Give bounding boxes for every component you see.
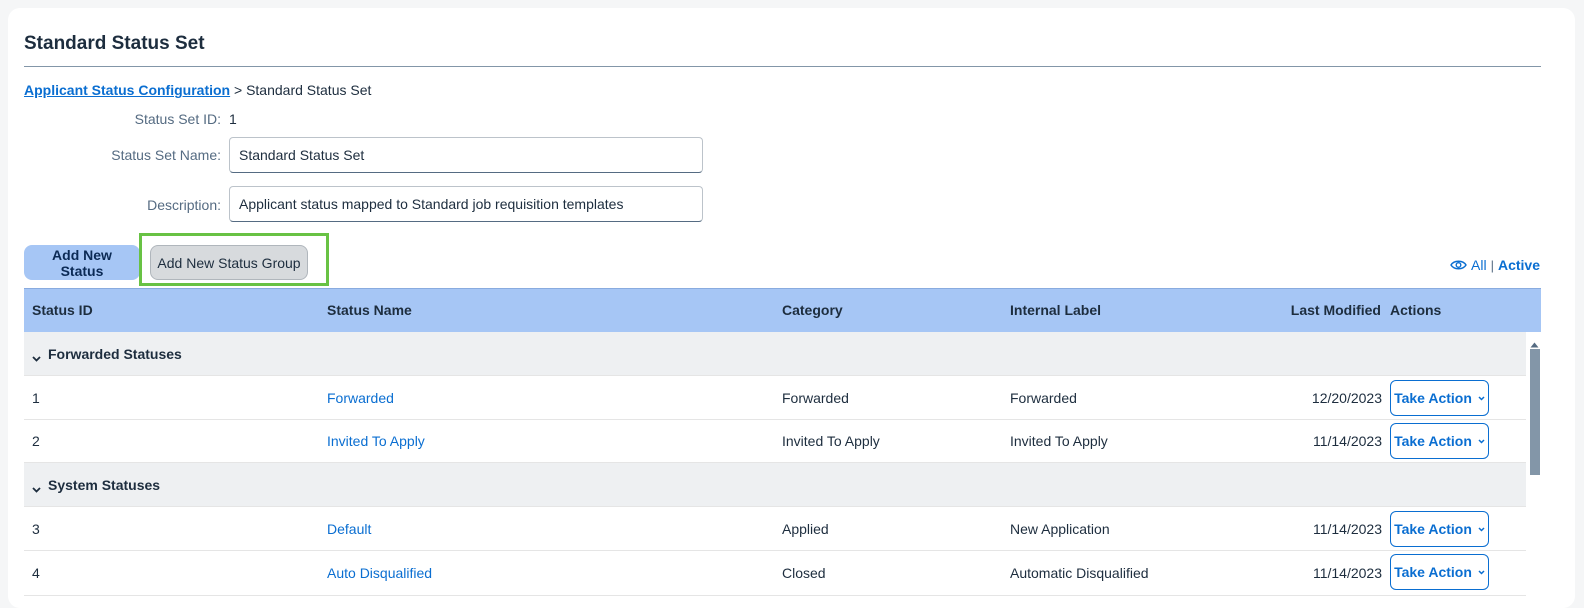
cell-category: Invited To Apply [782, 433, 880, 449]
take-action-button[interactable]: Take Action [1390, 380, 1489, 416]
status-table: Status ID Status Name Category Internal … [24, 288, 1541, 598]
chevron-down-icon[interactable] [32, 480, 41, 498]
cell-last-modified: 11/14/2023 [1312, 565, 1382, 581]
table-row: 3 Default Applied New Application 11/14/… [24, 507, 1526, 551]
filter-active-link[interactable]: Active [1498, 257, 1540, 273]
take-action-button[interactable]: Take Action [1390, 423, 1489, 459]
status-name-link[interactable]: Invited To Apply [327, 433, 425, 449]
take-action-button[interactable]: Take Action [1390, 554, 1489, 590]
cell-status-id: 2 [32, 433, 40, 449]
column-header-actions: Actions [1390, 302, 1442, 318]
breadcrumb-separator: > [234, 82, 243, 98]
status-set-name-label: Status Set Name: [111, 147, 221, 163]
cell-last-modified: 12/20/2023 [1311, 390, 1382, 406]
cell-internal-label: Forwarded [1010, 390, 1077, 406]
column-header-status-name[interactable]: Status Name [327, 302, 412, 318]
cell-category: Applied [782, 521, 829, 537]
column-header-last-modified[interactable]: Last Modified [1291, 302, 1381, 318]
take-action-label: Take Action [1394, 433, 1472, 449]
scrollbar-thumb[interactable] [1530, 349, 1540, 475]
add-new-status-group-button[interactable]: Add New Status Group [150, 245, 308, 280]
take-action-label: Take Action [1394, 564, 1472, 580]
page-title: Standard Status Set [24, 33, 205, 54]
breadcrumb-current: Standard Status Set [246, 82, 372, 98]
cell-internal-label: Automatic Disqualified [1010, 565, 1149, 581]
table-row: 2 Invited To Apply Invited To Apply Invi… [24, 420, 1526, 463]
cell-internal-label: Invited To Apply [1010, 433, 1108, 449]
take-action-button[interactable]: Take Action [1390, 511, 1489, 547]
description-input[interactable] [229, 186, 703, 222]
take-action-label: Take Action [1394, 390, 1472, 406]
cell-category: Forwarded [782, 390, 849, 406]
status-name-link[interactable]: Auto Disqualified [327, 565, 432, 581]
status-set-id-value: 1 [229, 111, 237, 127]
filter-all-link[interactable]: All [1471, 257, 1487, 273]
cell-last-modified: 11/14/2023 [1312, 521, 1382, 537]
group-row-forwarded-statuses[interactable]: Forwarded Statuses [24, 332, 1526, 376]
eye-icon [1450, 259, 1467, 271]
status-set-name-input[interactable] [229, 137, 703, 173]
column-header-status-id[interactable]: Status ID [32, 302, 93, 318]
group-label: Forwarded Statuses [48, 346, 182, 362]
cell-status-id: 1 [32, 390, 40, 406]
group-row-system-statuses[interactable]: System Statuses [24, 463, 1526, 507]
table-scrollbar[interactable] [1527, 333, 1541, 598]
chevron-down-icon [1478, 395, 1485, 401]
cell-last-modified: 11/14/2023 [1312, 433, 1382, 449]
take-action-label: Take Action [1394, 521, 1472, 537]
cell-status-id: 4 [32, 565, 40, 581]
add-new-status-button[interactable]: Add New Status [24, 245, 140, 280]
group-label: System Statuses [48, 477, 161, 493]
cell-category: Closed [782, 565, 826, 581]
filter-separator: | [1490, 257, 1494, 273]
cell-internal-label: New Application [1010, 521, 1110, 537]
view-filter: All | Active [1450, 257, 1540, 273]
cell-status-id: 3 [32, 521, 40, 537]
chevron-down-icon [1478, 569, 1485, 575]
chevron-down-icon[interactable] [32, 349, 41, 367]
status-name-link[interactable]: Forwarded [327, 390, 394, 406]
chevron-down-icon [1478, 526, 1485, 532]
breadcrumb: Applicant Status Configuration > Standar… [24, 82, 371, 98]
description-label: Description: [147, 197, 221, 213]
table-row: 1 Forwarded Forwarded Forwarded 12/20/20… [24, 376, 1526, 420]
column-header-category[interactable]: Category [782, 302, 843, 318]
status-set-id-label: Status Set ID: [134, 111, 221, 127]
table-row: 4 Auto Disqualified Closed Automatic Dis… [24, 551, 1526, 596]
chevron-down-icon [1478, 438, 1485, 444]
column-header-internal-label[interactable]: Internal Label [1010, 302, 1101, 318]
status-name-link[interactable]: Default [327, 521, 371, 537]
title-divider [24, 66, 1541, 67]
breadcrumb-link-applicant-status-configuration[interactable]: Applicant Status Configuration [24, 82, 230, 98]
table-header: Status ID Status Name Category Internal … [24, 288, 1541, 332]
